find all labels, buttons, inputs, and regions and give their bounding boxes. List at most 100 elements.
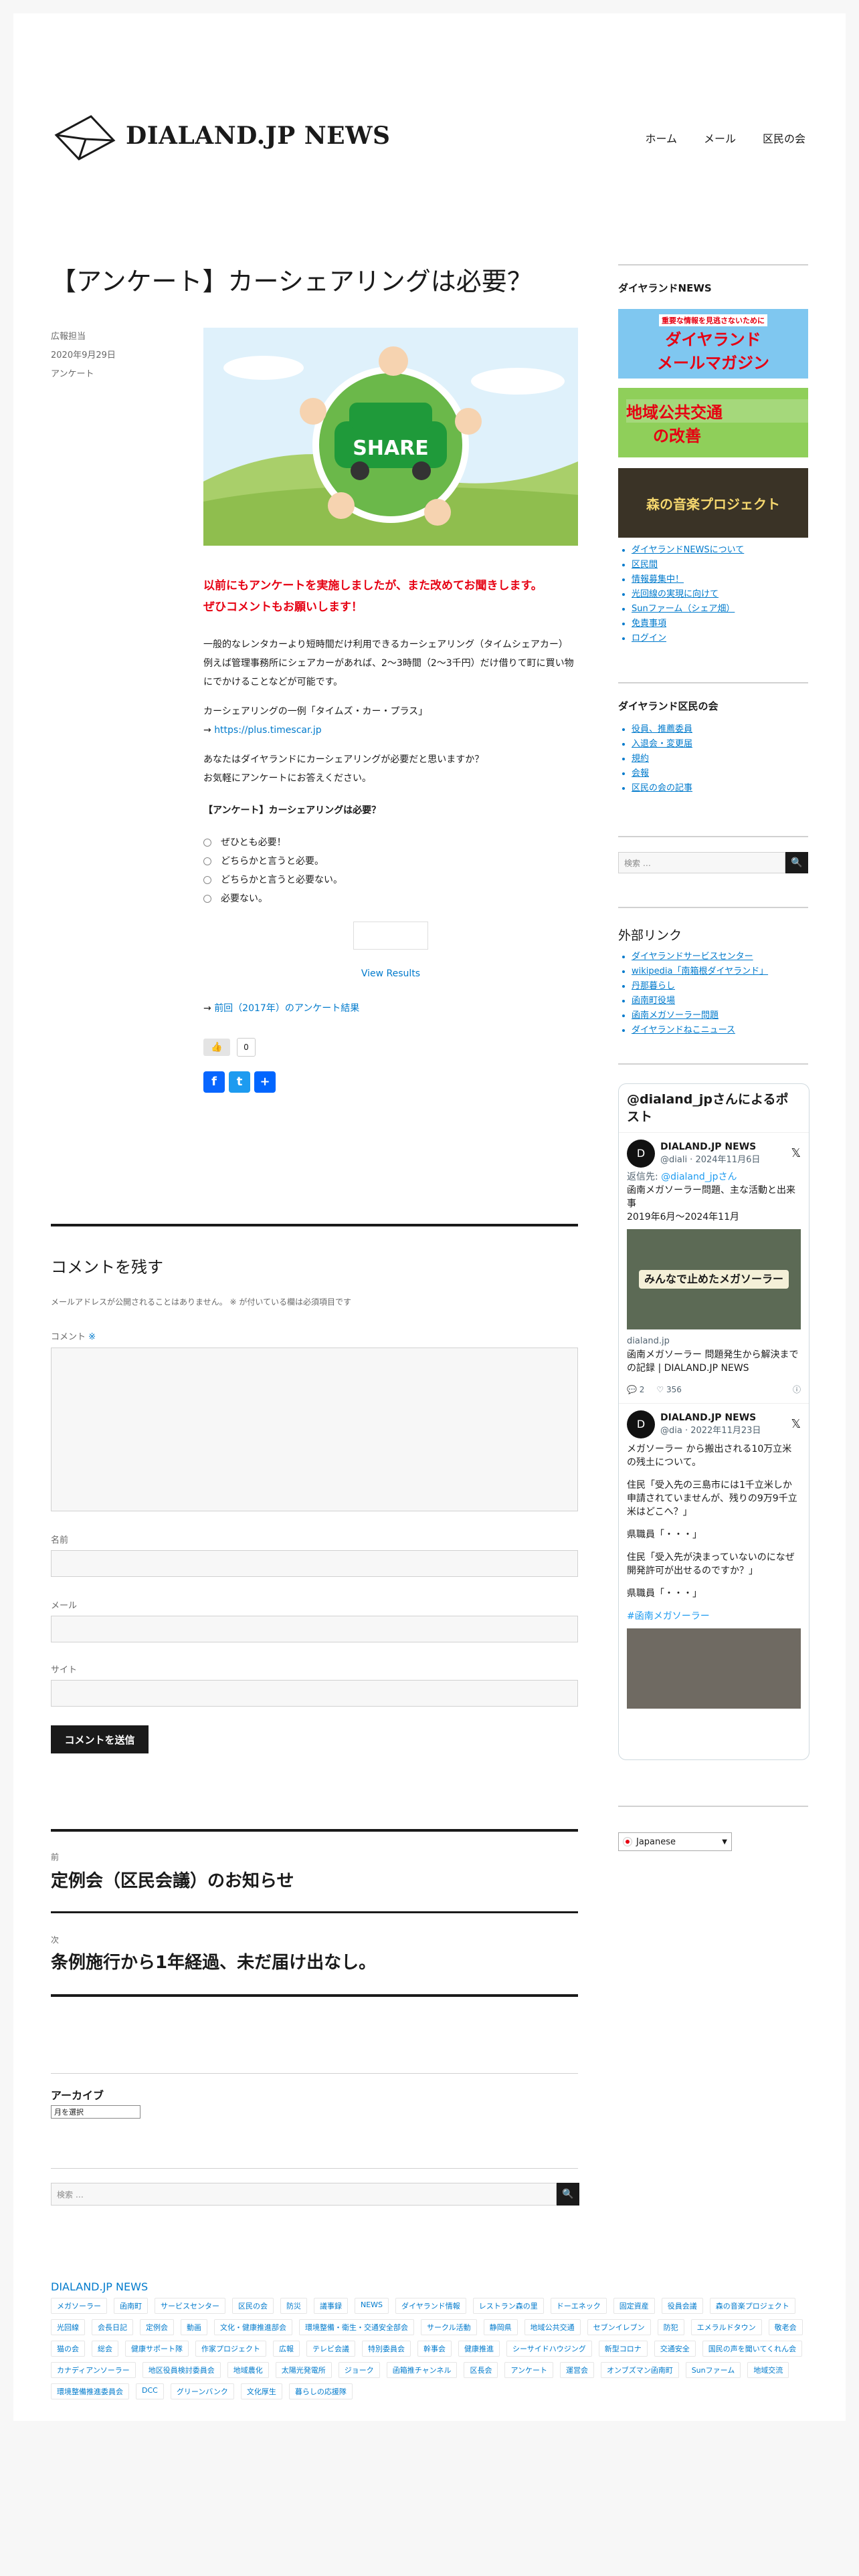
- sidebar-search-button[interactable]: 🔍: [785, 852, 808, 873]
- radio-button[interactable]: [203, 857, 211, 865]
- nav-home[interactable]: ホーム: [645, 130, 677, 146]
- tag-link[interactable]: 地域公共交通: [524, 2319, 581, 2335]
- footer-site-title[interactable]: DIALAND.JP NEWS: [51, 2280, 148, 2293]
- tag-link[interactable]: 函箱推チャンネル: [386, 2362, 458, 2378]
- tag-link[interactable]: 動画: [181, 2319, 207, 2335]
- tag-link[interactable]: 幹事会: [417, 2341, 452, 2357]
- tag-link[interactable]: セブンイレブン: [587, 2319, 651, 2335]
- tag-link[interactable]: 定例会: [140, 2319, 174, 2335]
- tag-link[interactable]: 地区役員検討委員会: [142, 2362, 221, 2378]
- tag-link[interactable]: 地域交流: [747, 2362, 789, 2378]
- envelope-logo-icon[interactable]: [52, 112, 116, 163]
- sidebar-external-link[interactable]: 丹那暮らし: [632, 979, 768, 994]
- sidebar-kumin-link[interactable]: 区民の会の記事: [632, 781, 692, 796]
- transport-banner[interactable]: 地域公共交通 の改善: [618, 388, 808, 457]
- tag-link[interactable]: 広報: [273, 2341, 300, 2357]
- tweet[interactable]: D DIALAND.JP NEWS @dia · 2022年11月23日 𝕏 メ…: [619, 1404, 809, 1715]
- comment-textarea[interactable]: [51, 1348, 578, 1511]
- sidebar-search-input[interactable]: 検索 …: [618, 852, 785, 873]
- tag-link[interactable]: 防犯: [657, 2319, 684, 2335]
- sidebar-news-link[interactable]: Sunファーム（シェア畑）: [632, 602, 744, 617]
- name-field[interactable]: [51, 1550, 578, 1577]
- tag-link[interactable]: 太陽光発電所: [275, 2362, 332, 2378]
- tag-link[interactable]: 防災: [280, 2298, 307, 2314]
- view-results-link[interactable]: View Results: [361, 968, 420, 979]
- card-title[interactable]: 函南メガソーラー 問題発生から解決までの記録 | DIALAND.JP NEWS: [627, 1348, 801, 1375]
- tag-link[interactable]: 森の音楽プロジェクト: [709, 2298, 795, 2314]
- tag-link[interactable]: シーサイドハウジング: [506, 2341, 592, 2357]
- sidebar-news-link[interactable]: 情報募集中！: [632, 572, 744, 587]
- sidebar-news-link[interactable]: 光回線の実現に向けて: [632, 587, 744, 602]
- date-link[interactable]: 2020年9月29日: [51, 346, 116, 365]
- tag-link[interactable]: 運営会: [560, 2362, 595, 2378]
- tag-link[interactable]: 敬老会: [768, 2319, 803, 2335]
- timescar-link[interactable]: https://plus.timescar.jp: [214, 725, 321, 736]
- sidebar-kumin-link[interactable]: 会報: [632, 766, 692, 781]
- tag-link[interactable]: 函南町: [114, 2298, 148, 2314]
- site-title[interactable]: DIALAND.JP NEWS: [126, 122, 391, 150]
- sidebar-kumin-link[interactable]: 役員、推薦委員: [632, 722, 692, 737]
- tag-link[interactable]: 環境整備・衛生・交通安全部会: [299, 2319, 414, 2335]
- tag-link[interactable]: 特別委員会: [362, 2341, 411, 2357]
- tag-link[interactable]: 区民の会: [232, 2298, 274, 2314]
- facebook-share-icon[interactable]: f: [203, 1071, 225, 1093]
- poll-option-4[interactable]: 必要ない。: [203, 889, 578, 908]
- sidebar-news-link[interactable]: ダイヤランドNEWSについて: [632, 543, 744, 558]
- tag-link[interactable]: 新型コロナ: [598, 2341, 648, 2357]
- sidebar-external-link[interactable]: ダイヤランドねこニュース: [632, 1023, 768, 1038]
- mailmag-banner[interactable]: 重要な情報を見逃さないために ダイヤランド メールマガジン: [618, 309, 808, 379]
- tag-link[interactable]: 地域農化: [227, 2362, 269, 2378]
- tweet-photo[interactable]: [627, 1628, 801, 1709]
- tag-link[interactable]: サービスセンター: [155, 2298, 225, 2314]
- radio-button[interactable]: [203, 895, 211, 903]
- tag-link[interactable]: グリーンバンク: [170, 2383, 234, 2399]
- tweet-author[interactable]: DIALAND.JP NEWS: [660, 1411, 785, 1424]
- archive-select[interactable]: 月を選択: [51, 2105, 140, 2119]
- tag-link[interactable]: 環境整備推進委員会: [51, 2383, 129, 2399]
- avatar[interactable]: D: [627, 1410, 655, 1438]
- tweet[interactable]: D DIALAND.JP NEWS @diali · 2024年11月6日 𝕏 …: [619, 1133, 809, 1404]
- tag-link[interactable]: 区長会: [464, 2362, 498, 2378]
- category-link[interactable]: アンケート: [51, 365, 116, 384]
- tag-link[interactable]: 文化・健康推進部会: [214, 2319, 292, 2335]
- nav-mail[interactable]: メール: [704, 130, 736, 146]
- nav-kumin[interactable]: 区民の会: [763, 130, 805, 146]
- tag-link[interactable]: NEWS: [355, 2298, 389, 2314]
- sidebar-news-link[interactable]: 免責事項: [632, 617, 744, 631]
- x-logo-icon[interactable]: 𝕏: [791, 1418, 801, 1431]
- reply-handle[interactable]: @dialand_jpさん: [661, 1172, 737, 1182]
- tag-link[interactable]: 光回線: [51, 2319, 85, 2335]
- card-domain[interactable]: dialand.jp: [627, 1335, 801, 1348]
- reply-stat[interactable]: 💬 2: [627, 1383, 644, 1396]
- tag-link[interactable]: 猫の会: [51, 2341, 85, 2357]
- twitter-share-icon[interactable]: t: [229, 1071, 250, 1093]
- avatar[interactable]: D: [627, 1140, 655, 1168]
- tag-link[interactable]: ジョーク: [338, 2362, 380, 2378]
- vote-button[interactable]: [353, 922, 428, 950]
- tag-link[interactable]: 総会: [92, 2341, 118, 2357]
- sidebar-external-link[interactable]: 函南町役場: [632, 994, 768, 1008]
- email-field[interactable]: [51, 1616, 578, 1642]
- tag-link[interactable]: 健康サポート隊: [125, 2341, 189, 2357]
- tag-link[interactable]: アンケート: [504, 2362, 554, 2378]
- tweet-author[interactable]: DIALAND.JP NEWS: [660, 1140, 785, 1154]
- tag-link[interactable]: 健康推進: [458, 2341, 500, 2357]
- sidebar-news-link[interactable]: ログイン: [632, 631, 744, 646]
- tag-link[interactable]: ドーエネック: [550, 2298, 607, 2314]
- poll-option-2[interactable]: どちらかと言うと必要。: [203, 852, 578, 871]
- tag-link[interactable]: 静岡県: [483, 2319, 518, 2335]
- tag-link[interactable]: DCC: [136, 2383, 164, 2399]
- info-icon[interactable]: ⓘ: [793, 1383, 801, 1396]
- previous-results-link[interactable]: 前回（2017年）のアンケート結果: [214, 1003, 359, 1014]
- x-logo-icon[interactable]: 𝕏: [791, 1147, 801, 1160]
- tag-link[interactable]: 作家プロジェクト: [195, 2341, 266, 2357]
- tag-link[interactable]: サークル活動: [421, 2319, 477, 2335]
- submit-comment-button[interactable]: コメントを送信: [51, 1725, 149, 1753]
- footer-search-input[interactable]: 検索 …: [51, 2183, 557, 2206]
- sidebar-kumin-link[interactable]: 規約: [632, 752, 692, 766]
- tweet-photo[interactable]: みんなで止めたメガソーラー: [627, 1229, 801, 1329]
- poll-option-3[interactable]: どちらかと言うと必要ない。: [203, 871, 578, 889]
- tag-link[interactable]: オンブズマン函南町: [601, 2362, 679, 2378]
- footer-search-button[interactable]: 🔍: [557, 2183, 579, 2206]
- tag-link[interactable]: 国民の声を聞いてくれん会: [702, 2341, 803, 2357]
